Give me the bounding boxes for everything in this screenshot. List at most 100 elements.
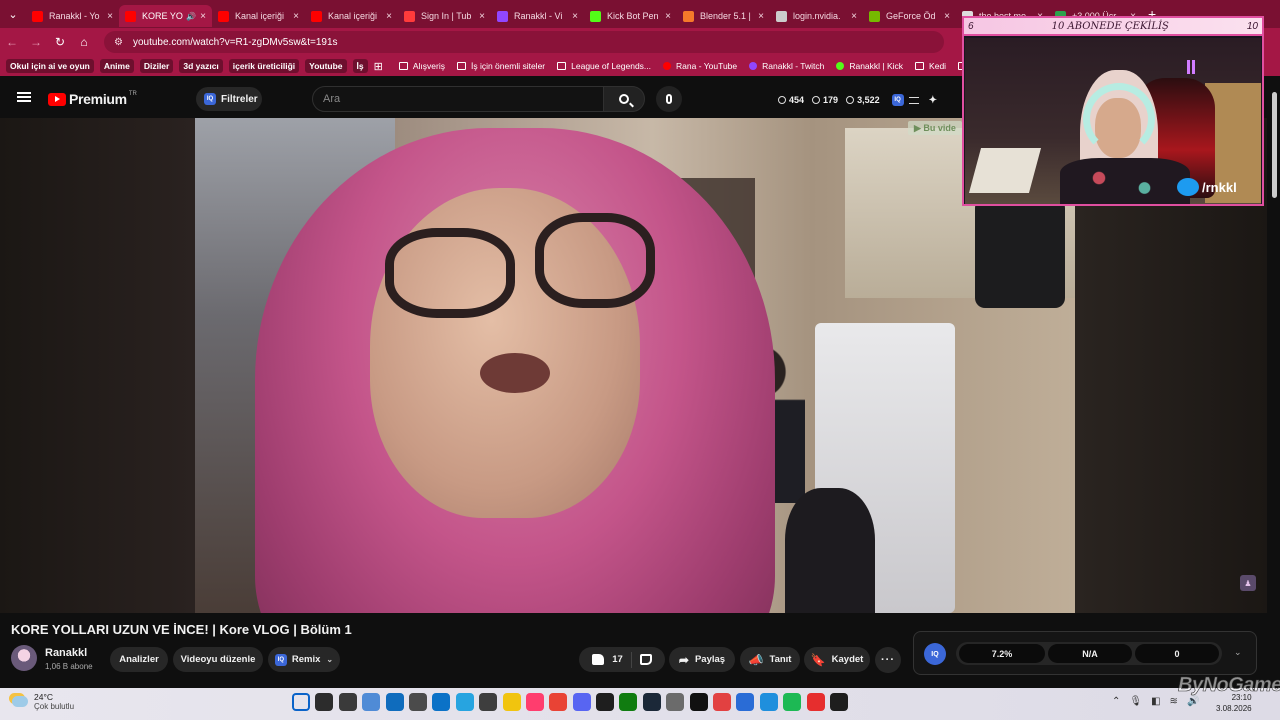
weather-widget[interactable]: 24°C Çok bulutlu — [12, 692, 74, 711]
taskbar-app-icon[interactable] — [338, 693, 357, 711]
edit-video-button[interactable]: Videoyu düzenle — [173, 647, 263, 672]
tab-close-icon[interactable]: × — [200, 11, 206, 22]
start-windows-icon[interactable] — [292, 693, 310, 711]
bookmark-item[interactable]: Ranakkl - Twitch — [749, 61, 824, 71]
tray-wifi-icon[interactable]: ≋ — [1170, 696, 1178, 707]
home-icon[interactable]: ⌂ — [72, 35, 96, 49]
browser-tab[interactable]: Kick Bot Pen × — [584, 5, 677, 27]
notifications-icon[interactable]: ✦ — [929, 95, 937, 106]
bookmark-chip[interactable]: İş — [352, 59, 368, 73]
iq-header-icon[interactable]: IQ — [891, 94, 904, 106]
tab-close-icon[interactable]: × — [293, 11, 299, 22]
search-button[interactable] — [603, 86, 645, 112]
forward-icon[interactable]: → — [24, 35, 48, 49]
taskbar-app-icon[interactable] — [385, 693, 404, 711]
taskbar-app-icon[interactable] — [596, 693, 615, 711]
tab-close-icon[interactable]: × — [944, 11, 950, 22]
site-info-icon[interactable]: ⚙ — [114, 37, 123, 48]
bookmark-item[interactable]: League of Legends... — [557, 61, 651, 71]
taskbar-app-icon[interactable] — [619, 693, 638, 711]
browser-tab[interactable]: Blender 5.1 | × — [677, 5, 770, 27]
bookmark-item[interactable]: Alışveriş — [398, 61, 445, 71]
like-icon[interactable] — [592, 654, 605, 665]
tab-close-icon[interactable]: × — [665, 11, 671, 22]
taskbar-app-icon[interactable] — [549, 693, 568, 711]
taskbar-app-icon[interactable] — [759, 693, 778, 711]
reload-icon[interactable]: ↻ — [48, 35, 72, 49]
more-actions-button[interactable]: ··· — [875, 647, 901, 673]
browser-tab[interactable]: Kanal içeriği × — [212, 5, 305, 27]
list-icon[interactable] — [908, 96, 919, 104]
menu-icon[interactable] — [17, 92, 31, 102]
bookmark-chip[interactable]: Youtube — [305, 59, 347, 73]
taskbar-app-icon[interactable] — [572, 693, 591, 711]
tab-close-icon[interactable]: × — [758, 11, 764, 22]
bookmark-item[interactable]: Rana - YouTube — [663, 61, 737, 71]
browser-tab[interactable]: Ranakkl - Vi × — [491, 5, 584, 27]
taskbar-app-icon[interactable] — [689, 693, 708, 711]
taskbar-app-icon[interactable] — [666, 693, 685, 711]
taskbar-app-icon[interactable] — [408, 693, 427, 711]
tab-close-icon[interactable]: × — [572, 11, 578, 22]
remix-button[interactable]: IQ Remix ⌄ — [268, 647, 340, 672]
search-input[interactable]: Ara — [312, 86, 604, 112]
bookmark-chip[interactable]: içerik üreticiliği — [228, 59, 300, 73]
back-icon[interactable]: ← — [0, 35, 24, 49]
share-button[interactable]: ➦ Paylaş — [669, 647, 735, 672]
video-notice-label[interactable]: ▶ Bu vide — [908, 121, 962, 135]
taskbar-app-icon[interactable] — [783, 693, 802, 711]
browser-tab[interactable]: login.nvidia. × — [770, 5, 863, 27]
taskbar-app-icon[interactable] — [642, 693, 661, 711]
tab-close-icon[interactable]: × — [479, 11, 485, 22]
taskbar-app-icon[interactable] — [432, 693, 451, 711]
taskbar-app-icon[interactable] — [525, 693, 544, 711]
bookmark-chip[interactable]: Anime — [99, 59, 134, 73]
browser-tab[interactable]: Kanal içeriği × — [305, 5, 398, 27]
video-player[interactable]: ▶ Bu vide — [195, 118, 1075, 613]
taskbar-app-icon[interactable] — [455, 693, 474, 711]
tray-mic-icon[interactable]: 🎙 — [1129, 696, 1142, 707]
taskbar-app-icon[interactable] — [713, 693, 732, 711]
taskbar-app-icon[interactable] — [736, 693, 755, 711]
channel-avatar[interactable] — [11, 645, 37, 671]
browser-tab[interactable]: KORE YO 🔊 × — [119, 5, 212, 27]
taskbar-app-icon[interactable] — [829, 693, 848, 711]
channel-name[interactable]: Ranakkl — [45, 647, 87, 659]
tab-close-icon[interactable]: × — [851, 11, 857, 22]
tab-close-icon[interactable]: × — [386, 11, 392, 22]
browser-tab[interactable]: Sign In | Tub × — [398, 5, 491, 27]
tray-overflow-icon[interactable]: ⌃ — [1112, 696, 1120, 707]
analytics-button[interactable]: Analizler — [110, 647, 168, 672]
bookmarks-grid-icon[interactable]: ⊞ — [374, 60, 383, 73]
bookmark-item[interactable]: İş için önemli siteler — [456, 61, 545, 71]
promote-button[interactable]: 📣 Tanıt — [740, 647, 800, 672]
bookmark-item[interactable]: Ranakkl | Kick — [836, 61, 903, 71]
tab-audio-icon[interactable]: 🔊 — [186, 12, 196, 21]
bookmark-chip[interactable]: 3d yazıcı — [179, 59, 223, 73]
browser-tab[interactable]: GeForce Öd × — [863, 5, 956, 27]
scrollbar-thumb[interactable] — [1272, 92, 1277, 198]
tab-close-icon[interactable]: × — [107, 11, 113, 22]
url-field[interactable]: ⚙ youtube.com/watch?v=R1-zgDMv5sw&t=191s — [104, 31, 944, 53]
like-count[interactable]: 17 — [612, 654, 623, 665]
taskbar-app-icon[interactable] — [502, 693, 521, 711]
filters-button[interactable]: IQ Filtreler — [196, 87, 262, 111]
browser-tab[interactable]: Ranakkl - Yo × — [26, 5, 119, 27]
tray-volume-icon[interactable]: 🔊 — [1187, 696, 1199, 707]
taskbar-app-icon[interactable] — [362, 693, 381, 711]
youtube-premium-logo[interactable]: Premium TR — [48, 91, 137, 107]
save-button[interactable]: 🔖 Kaydet — [804, 647, 870, 672]
bookmark-chip[interactable]: Diziler — [139, 59, 174, 73]
taskbar-app-icon[interactable] — [806, 693, 825, 711]
taskbar-search-icon[interactable] — [315, 693, 334, 711]
voice-search-button[interactable] — [656, 86, 682, 112]
dislike-icon[interactable] — [639, 654, 652, 665]
taskbar-app-icon[interactable] — [479, 693, 498, 711]
bookmark-chip[interactable]: Okul için ai ve oyun — [6, 59, 94, 73]
iq-logo-icon[interactable]: IQ — [924, 643, 946, 665]
bookmark-item[interactable]: Kedi — [915, 61, 946, 71]
tray-network-icon[interactable]: ◧ — [1151, 696, 1160, 707]
mini-avatar-icon[interactable]: ♟ — [1240, 575, 1256, 591]
tab-search-chevron-icon[interactable]: ⌄ — [0, 0, 26, 28]
expand-chevron-icon[interactable]: ⌄ — [1234, 647, 1242, 658]
